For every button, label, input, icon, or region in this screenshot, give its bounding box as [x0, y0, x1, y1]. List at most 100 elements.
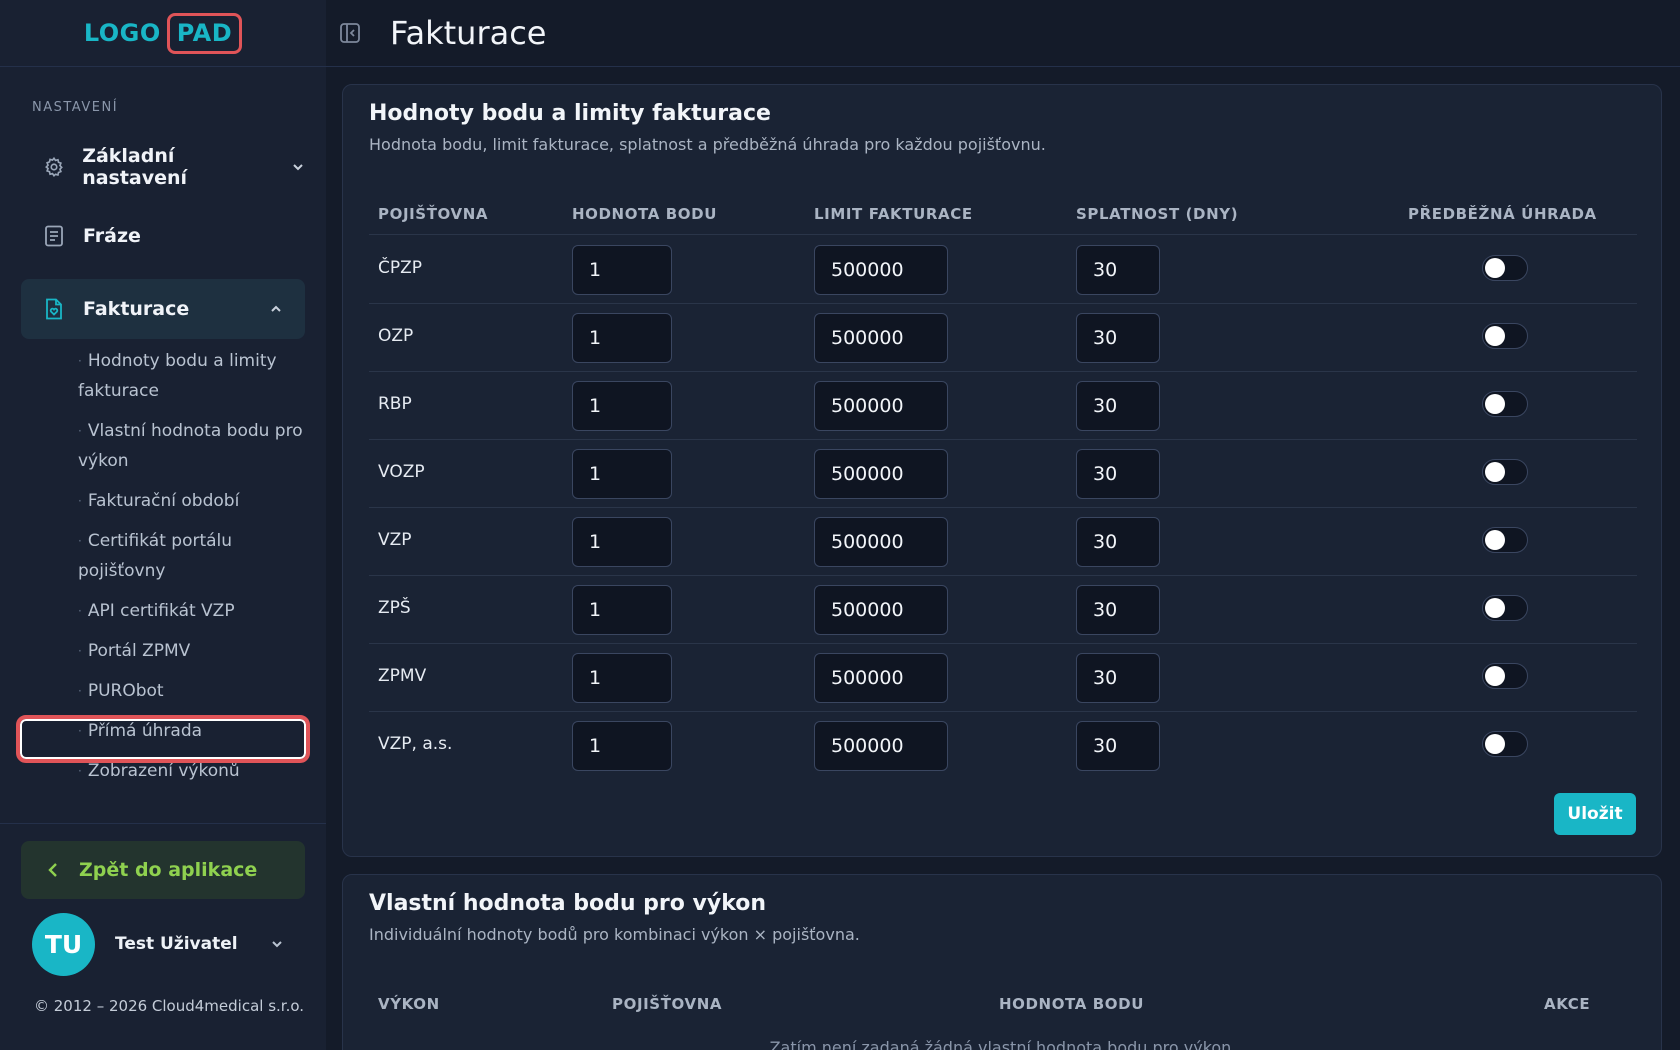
chevron-down-icon — [270, 937, 284, 951]
page-title: Fakturace — [390, 14, 547, 52]
prepayment-toggle[interactable] — [1482, 731, 1528, 757]
table-row: VOZP — [369, 440, 1637, 508]
logo[interactable]: LOGO PAD — [83, 12, 243, 54]
submenu-item-zpmv-portal[interactable]: · Portál ZPMV — [78, 636, 308, 666]
due-days-input[interactable] — [1076, 585, 1160, 635]
point-value-input[interactable] — [572, 449, 672, 499]
prepayment-toggle[interactable] — [1482, 391, 1528, 417]
billing-limit-input[interactable] — [814, 449, 948, 499]
column-header: POJIŠŤOVNA — [612, 995, 723, 1013]
sidebar-item-label: Fráze — [83, 225, 141, 247]
prepayment-toggle[interactable] — [1482, 459, 1528, 485]
column-header: AKCE — [1544, 995, 1591, 1013]
submenu-item-point-values[interactable]: · Hodnoty bodu a limity fakturace — [78, 346, 308, 406]
topbar: Fakturace — [326, 0, 1680, 67]
due-days-input[interactable] — [1076, 245, 1160, 295]
point-values-card: Hodnoty bodu a limity fakturace Hodnota … — [342, 84, 1662, 857]
chevron-up-icon — [269, 302, 283, 316]
submenu-item-api-certificate[interactable]: · API certifikát VZP — [78, 596, 308, 626]
sidebar-submenu: · Hodnoty bodu a limity fakturace · Vlastn… — [78, 346, 308, 786]
column-header: HODNOTA BODU — [999, 995, 1144, 1013]
sidebar-item-label: Základní nastavení — [82, 145, 188, 189]
due-days-input[interactable] — [1076, 721, 1160, 771]
column-header: LIMIT FAKTURACE — [814, 205, 973, 223]
sidebar: LOGO PAD NASTAVENÍ Základní nastavení Fr… — [0, 0, 326, 1050]
table-header: VÝKON POJIŠŤOVNA HODNOTA BODU AKCE — [369, 987, 1637, 1025]
billing-limit-input[interactable] — [814, 585, 948, 635]
due-days-input[interactable] — [1076, 653, 1160, 703]
insurer-name: OZP — [378, 326, 414, 346]
due-days-input[interactable] — [1076, 313, 1160, 363]
table-row: ZPMV — [369, 644, 1637, 712]
save-button[interactable]: Uložit — [1554, 793, 1636, 835]
card-subtitle: Individuální hodnoty bodů pro kombinaci … — [369, 925, 860, 944]
submenu-item-custom-point-value[interactable]: · Vlastní hodnota bodu pro výkon — [78, 416, 308, 476]
user-menu[interactable]: TU Test Uživatel — [32, 912, 292, 976]
point-value-input[interactable] — [572, 585, 672, 635]
back-label: Zpět do aplikace — [79, 859, 258, 881]
column-header: SPLATNOST (DNY) — [1076, 205, 1239, 223]
billing-limit-input[interactable] — [814, 313, 948, 363]
billing-limit-input[interactable] — [814, 381, 948, 431]
logo-bar: LOGO PAD — [0, 0, 326, 67]
point-value-input[interactable] — [572, 245, 672, 295]
table-row: VZP — [369, 508, 1637, 576]
billing-limit-input[interactable] — [814, 245, 948, 295]
prepayment-toggle[interactable] — [1482, 323, 1528, 349]
point-value-input[interactable] — [572, 721, 672, 771]
table-row: ZPŠ — [369, 576, 1637, 644]
insurer-name: ČPZP — [378, 258, 423, 278]
column-header: POJIŠŤOVNA — [378, 205, 489, 223]
billing-limit-input[interactable] — [814, 721, 948, 771]
app-root: LOGO PAD NASTAVENÍ Základní nastavení Fr… — [0, 0, 1680, 1050]
main-content: Fakturace Hodnoty bodu a limity fakturac… — [326, 0, 1680, 1050]
prepayment-toggle[interactable] — [1482, 255, 1528, 281]
submenu-item-portal-certificate[interactable]: · Certifikát portálu pojišťovny — [78, 526, 308, 586]
section-label: NASTAVENÍ — [32, 100, 119, 115]
table-row: RBP — [369, 372, 1637, 440]
insurer-name: VOZP — [378, 462, 425, 482]
submenu-item-direct-payment[interactable]: · Přímá úhrada — [78, 716, 308, 746]
prepayment-toggle[interactable] — [1482, 663, 1528, 689]
gear-icon — [42, 155, 65, 179]
sidebar-item-phrases[interactable]: Fráze — [21, 206, 305, 266]
column-header: PŘEDBĚŽNÁ ÚHRADA — [1408, 205, 1597, 223]
due-days-input[interactable] — [1076, 381, 1160, 431]
card-title: Vlastní hodnota bodu pro výkon — [369, 891, 767, 916]
table-row: VZP, a.s. — [369, 712, 1637, 780]
divider — [0, 823, 326, 824]
column-header: HODNOTA BODU — [572, 205, 717, 223]
point-value-input[interactable] — [572, 381, 672, 431]
sidebar-item-basic-settings[interactable]: Základní nastavení — [21, 137, 305, 197]
invoice-icon — [42, 297, 66, 321]
point-value-input[interactable] — [572, 653, 672, 703]
table-header: POJIŠŤOVNA HODNOTA BODU LIMIT FAKTURACE … — [369, 197, 1637, 235]
chevron-left-icon — [45, 861, 61, 879]
sidebar-toggle-icon[interactable] — [336, 19, 364, 47]
submenu-item-billing-period[interactable]: · Fakturační období — [78, 486, 308, 516]
table-row: OZP — [369, 304, 1637, 372]
submenu-item-procedures-display[interactable]: · Zobrazení výkonů — [78, 756, 308, 786]
billing-limit-input[interactable] — [814, 517, 948, 567]
prepayment-toggle[interactable] — [1482, 527, 1528, 553]
back-to-app-button[interactable]: Zpět do aplikace — [21, 841, 305, 899]
insurer-name: VZP — [378, 530, 412, 550]
insurer-name: RBP — [378, 394, 412, 414]
prepayment-toggle[interactable] — [1482, 595, 1528, 621]
point-value-input[interactable] — [572, 517, 672, 567]
insurer-name: VZP, a.s. — [378, 734, 453, 754]
due-days-input[interactable] — [1076, 517, 1160, 567]
sidebar-item-label: Fakturace — [83, 298, 190, 320]
logo-text-logo: LOGO — [83, 19, 161, 47]
card-title: Hodnoty bodu a limity fakturace — [369, 101, 771, 126]
table-row: ČPZP — [369, 236, 1637, 304]
user-name: Test Uživatel — [115, 934, 238, 954]
column-header: VÝKON — [378, 995, 440, 1013]
card-subtitle: Hodnota bodu, limit fakturace, splatnost… — [369, 135, 1046, 154]
submenu-item-purobot[interactable]: · PURObot — [78, 676, 308, 706]
due-days-input[interactable] — [1076, 449, 1160, 499]
logo-text-pad: PAD — [166, 12, 243, 54]
point-value-input[interactable] — [572, 313, 672, 363]
sidebar-item-invoicing[interactable]: Fakturace — [21, 279, 305, 339]
billing-limit-input[interactable] — [814, 653, 948, 703]
